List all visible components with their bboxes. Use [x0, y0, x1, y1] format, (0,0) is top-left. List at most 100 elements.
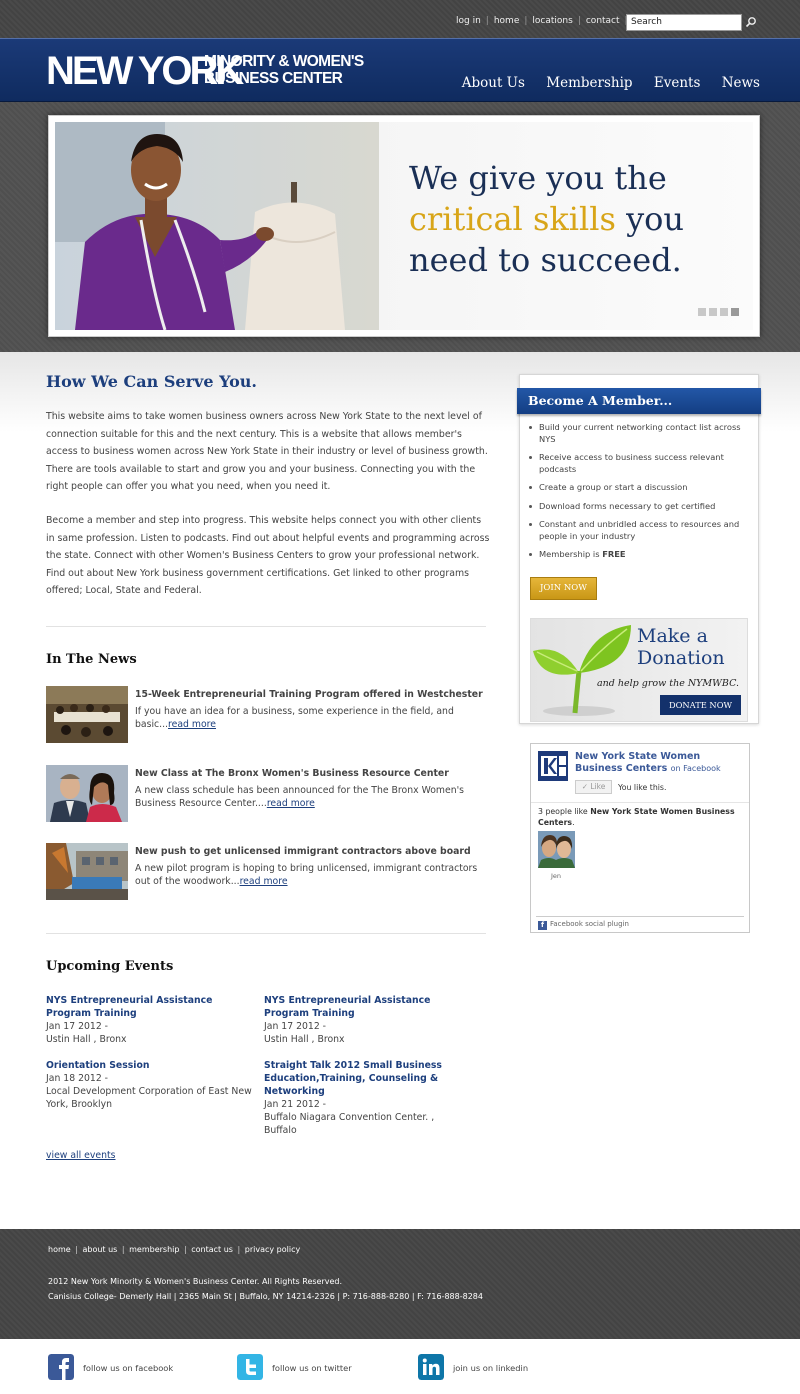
- hero-line-3: need to succeed.: [409, 241, 682, 279]
- footer-link-privacy[interactable]: privacy policy: [245, 1245, 300, 1254]
- benefit-item: Build your current networking contact li…: [529, 422, 749, 445]
- donate-now-button[interactable]: DONATE NOW: [660, 695, 741, 715]
- news-heading: In The News: [46, 652, 137, 667]
- nav-membership[interactable]: Membership: [546, 75, 632, 91]
- divider: [531, 802, 749, 803]
- utility-nav: log in|home|locations|contact|: [456, 16, 633, 26]
- event-date: Jan 18 2012 -: [46, 1073, 109, 1084]
- facebook-like-box: New York State Women Business Centers on…: [530, 743, 750, 933]
- benefit-item: Constant and unbridled access to resourc…: [529, 519, 749, 542]
- events-heading: Upcoming Events: [46, 959, 174, 974]
- social-label: follow us on facebook: [83, 1363, 174, 1373]
- news-item: 15-Week Entrepreneurial Training Program…: [46, 686, 492, 746]
- nav-events[interactable]: Events: [654, 75, 701, 91]
- separator: |: [234, 1245, 243, 1254]
- hero-photo-image: [55, 122, 379, 330]
- hero-headline: We give you the critical skills you need…: [409, 158, 684, 281]
- page-logo-icon[interactable]: [538, 751, 568, 781]
- fb-plugin-label: Facebook social plugin: [550, 920, 629, 928]
- linkedin-icon: [418, 1354, 444, 1380]
- donate-title-line-1: Make a: [637, 625, 708, 647]
- benefit-item: Create a group or start a discussion: [529, 482, 749, 494]
- membership-heading: Become A Member...: [517, 388, 761, 414]
- fb-like-button[interactable]: ✓ Like: [575, 780, 612, 794]
- slide-dot[interactable]: [709, 308, 717, 316]
- event-date: Jan 21 2012 -: [264, 1099, 327, 1110]
- footer-link-membership[interactable]: membership: [129, 1245, 179, 1254]
- contact-link[interactable]: contact: [586, 16, 620, 26]
- news-item: New Class at The Bronx Women's Business …: [46, 765, 492, 825]
- hero-line-1: We give you the: [409, 159, 667, 197]
- news-title[interactable]: New Class at The Bronx Women's Business …: [135, 768, 449, 779]
- footer-link-home[interactable]: home: [48, 1245, 71, 1254]
- locations-link[interactable]: locations: [532, 16, 572, 26]
- event-item: Orientation Session Jan 18 2012 - Local …: [46, 1059, 256, 1111]
- separator: |: [181, 1245, 190, 1254]
- search-icon[interactable]: [745, 16, 757, 28]
- news-thumbnail-image[interactable]: [46, 686, 128, 743]
- intro-paragraph-2: Become a member and step into progress. …: [46, 515, 490, 597]
- event-title[interactable]: NYS Entrepreneurial Assistance Program T…: [46, 994, 256, 1020]
- search-input[interactable]: Search: [626, 14, 742, 31]
- fb-on-facebook[interactable]: on Facebook: [671, 764, 721, 773]
- event-item: NYS Entrepreneurial Assistance Program T…: [46, 994, 256, 1046]
- benefit-item: Receive access to business success relev…: [529, 452, 749, 475]
- read-more-link[interactable]: read more: [240, 876, 288, 887]
- separator: |: [524, 16, 528, 26]
- news-desc: A new class schedule has been announced …: [135, 784, 485, 810]
- event-title[interactable]: Straight Talk 2012 Small Business Educat…: [264, 1059, 464, 1098]
- footer-info: 2012 New York Minority & Women's Busines…: [48, 1274, 483, 1304]
- view-all-events-link[interactable]: view all events: [46, 1150, 116, 1161]
- news-title[interactable]: New push to get unlicensed immigrant con…: [135, 846, 471, 857]
- read-more-link[interactable]: read more: [267, 798, 315, 809]
- news-title[interactable]: 15-Week Entrepreneurial Training Program…: [135, 689, 483, 700]
- social-label: join us on linkedin: [453, 1363, 529, 1373]
- news-thumbnail-image[interactable]: [46, 843, 128, 900]
- news-desc: If you have an idea for a business, some…: [135, 705, 485, 731]
- join-now-button[interactable]: JOIN NOW: [530, 577, 597, 600]
- footer-link-contact[interactable]: contact us: [191, 1245, 233, 1254]
- event-location: Ustin Hall , Bronx: [46, 1034, 127, 1045]
- event-item: Straight Talk 2012 Small Business Educat…: [264, 1059, 464, 1137]
- read-more-link[interactable]: read more: [168, 719, 216, 730]
- news-thumbnail-image[interactable]: [46, 765, 128, 822]
- hero-line-2-rest: you: [615, 200, 685, 238]
- fan-name[interactable]: Jen: [551, 872, 561, 880]
- news-excerpt: A new pilot program is hoping to bring u…: [135, 863, 478, 887]
- fan-avatar-image[interactable]: [538, 831, 575, 868]
- slide-dot-active[interactable]: [731, 308, 739, 316]
- footer-link-about[interactable]: about us: [82, 1245, 117, 1254]
- divider: [536, 916, 744, 917]
- nav-news[interactable]: News: [722, 75, 760, 91]
- separator: |: [577, 16, 581, 26]
- event-date: Jan 17 2012 -: [46, 1021, 109, 1032]
- benefit-item: Download forms necessary to get certifie…: [529, 501, 749, 513]
- nav-about-us[interactable]: About Us: [462, 75, 525, 91]
- fb-like-count: 3 people like New York State Women Busin…: [538, 807, 743, 828]
- home-link[interactable]: home: [494, 16, 520, 26]
- fb-social-plugin[interactable]: f Facebook social plugin: [538, 920, 629, 930]
- divider: [46, 626, 486, 627]
- divider: [46, 933, 486, 934]
- logo-minority-womens: MINORITY & WOMEN'S: [204, 53, 364, 70]
- hero-slider[interactable]: We give you the critical skills you need…: [48, 115, 760, 337]
- donation-banner[interactable]: Make a Donation and help grow the NYMWBC…: [530, 618, 748, 722]
- fb-like-label: Like: [590, 782, 606, 791]
- benefit-free-value: FREE: [602, 549, 626, 559]
- news-desc: A new pilot program is hoping to bring u…: [135, 862, 485, 888]
- event-date: Jan 17 2012 -: [264, 1021, 327, 1032]
- donate-title-line-2: Donation: [637, 647, 725, 669]
- event-title[interactable]: NYS Entrepreneurial Assistance Program T…: [264, 994, 474, 1020]
- login-link[interactable]: log in: [456, 16, 481, 26]
- hero-highlight: critical skills: [409, 200, 616, 238]
- event-location: Buffalo Niagara Convention Center. , Buf…: [264, 1112, 435, 1136]
- address-text: Canisius College- Demerly Hall | 2365 Ma…: [48, 1292, 483, 1301]
- benefit-free-prefix: Membership is: [539, 549, 603, 559]
- event-title[interactable]: Orientation Session: [46, 1059, 256, 1072]
- separator: |: [72, 1245, 81, 1254]
- donate-subtitle: and help grow the NYMWBC.: [597, 678, 740, 689]
- fb-you-like: You like this.: [618, 783, 667, 792]
- separator: |: [485, 16, 489, 26]
- slide-dot[interactable]: [698, 308, 706, 316]
- slide-dot[interactable]: [720, 308, 728, 316]
